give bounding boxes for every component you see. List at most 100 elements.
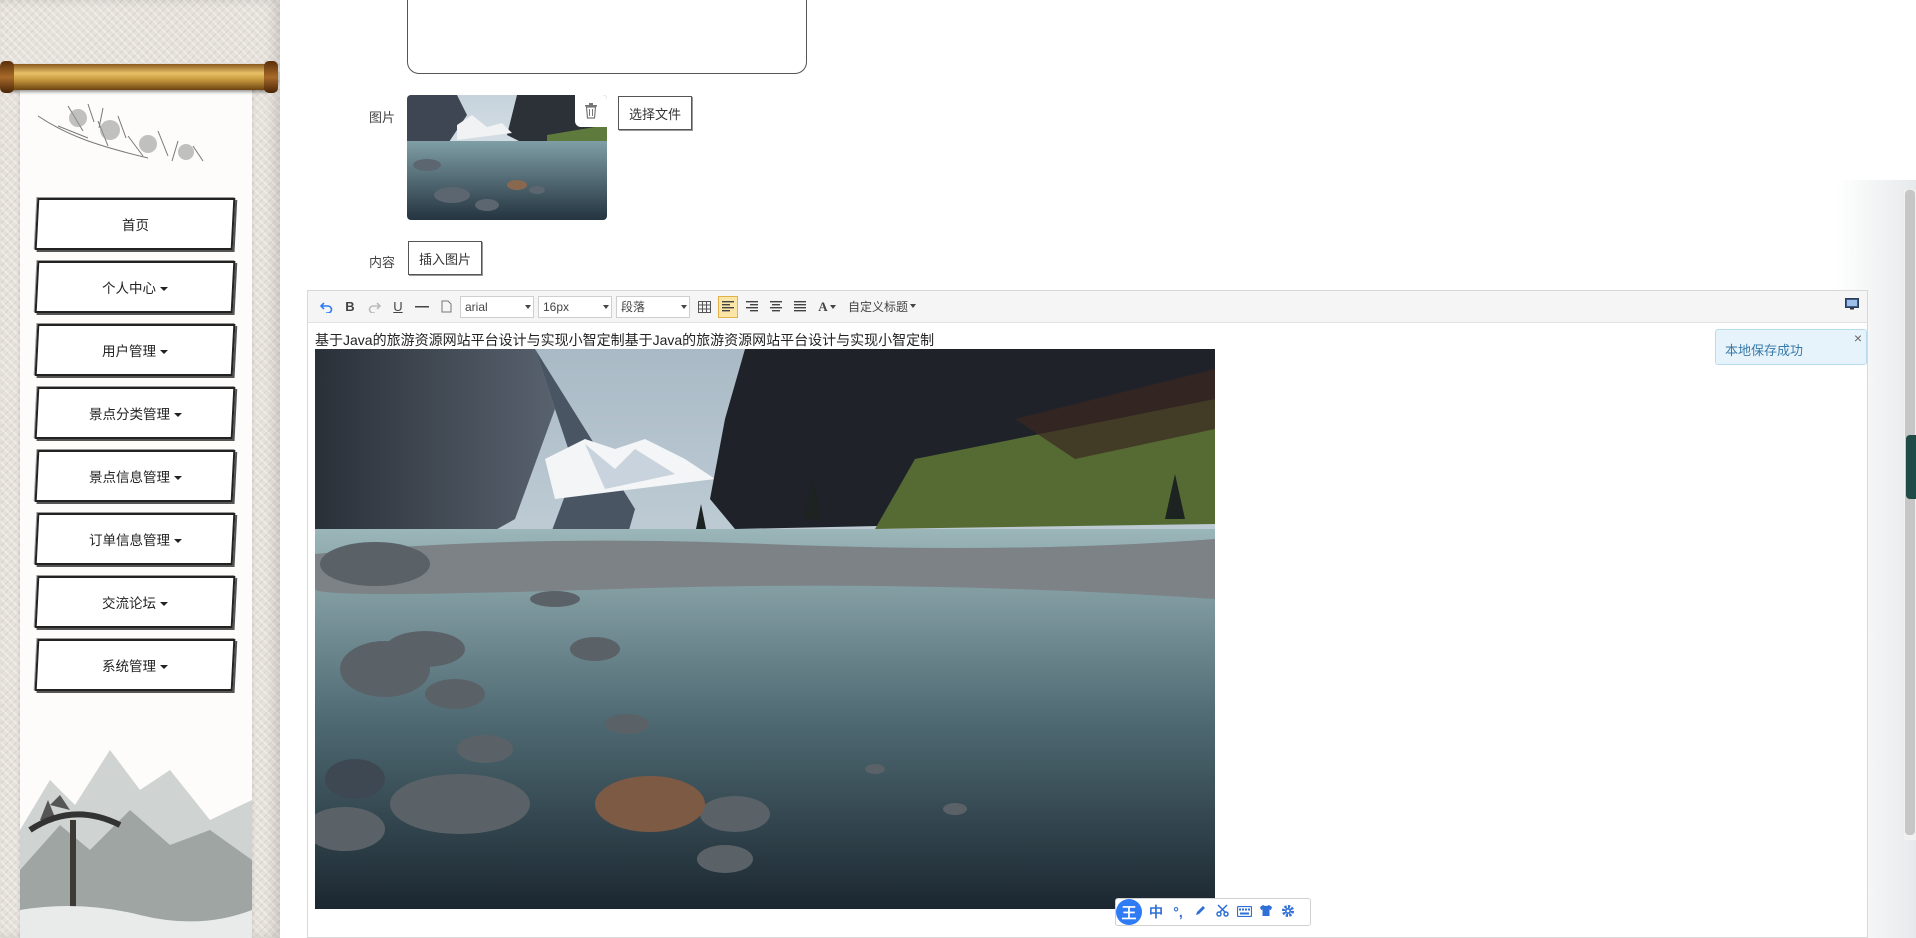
- align-right-icon: [746, 301, 758, 312]
- font-size-value: 16px: [543, 299, 570, 314]
- caret-down-icon: [160, 350, 168, 355]
- sidebar-item-system-management[interactable]: 系统管理: [34, 639, 236, 691]
- ime-logo[interactable]: 王: [1116, 899, 1142, 925]
- mountain-landscape-illustration: [20, 750, 252, 938]
- sidebar-item-home[interactable]: 首页: [34, 198, 236, 250]
- sidebar-item-label: 景点分类管理: [88, 407, 170, 422]
- description-textarea[interactable]: [407, 0, 807, 74]
- preview-button[interactable]: [1845, 298, 1859, 313]
- align-center-button[interactable]: [766, 296, 786, 318]
- toast-message: 本地保存成功: [1725, 343, 1804, 358]
- align-left-button[interactable]: [718, 295, 738, 318]
- caret-down-icon: [160, 602, 168, 607]
- scissors-icon: [1215, 904, 1229, 917]
- horizontal-line-icon: [415, 305, 429, 307]
- scroll-rod-decoration: [0, 64, 278, 90]
- dropdown-arrow-icon: [603, 304, 609, 309]
- ime-toolbar: 王 中 °,: [1115, 898, 1311, 926]
- sidebar-item-user-management[interactable]: 用户管理: [34, 324, 236, 376]
- custom-title-select[interactable]: 自定义标题: [844, 296, 918, 318]
- pen-icon: [1195, 906, 1205, 915]
- ime-keyboard-button[interactable]: [1236, 904, 1252, 920]
- sidebar-item-label: 首页: [121, 218, 149, 233]
- insert-image-label: 插入图片: [419, 251, 472, 267]
- toast-close-button[interactable]: ×: [1854, 330, 1862, 346]
- content-field-label: 内容: [369, 255, 396, 270]
- align-left-icon: [722, 301, 734, 312]
- side-floating-widget[interactable]: [1906, 435, 1916, 499]
- uploaded-image-thumbnail: [407, 95, 607, 220]
- dropdown-arrow-icon: [910, 303, 916, 308]
- rich-text-editor: B U arial 16px 段落 A 自定义标题 基于Java的旅游资源网站平…: [307, 290, 1868, 938]
- sidebar-item-forum[interactable]: 交流论坛: [34, 576, 236, 628]
- font-family-select[interactable]: arial: [460, 295, 534, 318]
- sidebar-item-label: 个人中心: [102, 281, 156, 296]
- page-scrollbar-thumb[interactable]: [1905, 190, 1915, 835]
- sidebar-item-label: 订单信息管理: [88, 533, 170, 548]
- shirt-icon: [1260, 905, 1272, 916]
- redo-button[interactable]: [364, 296, 384, 318]
- ime-handwrite-button[interactable]: [1192, 904, 1208, 920]
- bold-button[interactable]: B: [340, 296, 360, 318]
- undo-button[interactable]: [316, 296, 336, 318]
- insert-table-button[interactable]: [694, 296, 714, 318]
- scroll-rod-cap-left: [0, 61, 14, 93]
- align-center-icon: [770, 301, 782, 312]
- monitor-icon: [1845, 298, 1859, 310]
- sidebar-item-label: 景点信息管理: [88, 470, 170, 485]
- paragraph-select[interactable]: 段落: [616, 295, 690, 318]
- sidebar-item-personal-center[interactable]: 个人中心: [34, 261, 236, 313]
- keyboard-icon: [1236, 905, 1252, 918]
- caret-down-icon: [160, 287, 168, 292]
- sidebar-item-label: 系统管理: [102, 659, 156, 674]
- redo-icon: [368, 302, 381, 313]
- scroll-rod-cap-right: [264, 61, 278, 93]
- image-field-label: 图片: [369, 110, 396, 125]
- choose-file-button[interactable]: 选择文件: [618, 96, 693, 130]
- landscape-content-image: [315, 349, 1215, 909]
- editor-content-area[interactable]: 基于Java的旅游资源网站平台设计与实现小智定制基于Java的旅游资源网站平台设…: [308, 323, 1867, 917]
- font-color-icon: A: [818, 298, 828, 314]
- sidebar-item-attraction-category[interactable]: 景点分类管理: [34, 387, 236, 439]
- sidebar-item-order-info[interactable]: 订单信息管理: [34, 513, 236, 565]
- align-right-button[interactable]: [742, 296, 762, 318]
- horizontal-rule-button[interactable]: [412, 296, 432, 318]
- font-size-select[interactable]: 16px: [538, 295, 612, 318]
- editor-toolbar: B U arial 16px 段落 A 自定义标题: [308, 291, 1867, 323]
- ime-mode-toggle[interactable]: 中: [1148, 902, 1164, 922]
- table-icon: [697, 300, 711, 313]
- paragraph-value: 段落: [621, 300, 646, 314]
- ime-skin-button[interactable]: [1258, 904, 1274, 920]
- delete-image-button[interactable]: [575, 95, 607, 127]
- caret-down-icon: [173, 413, 182, 418]
- sidebar-menu: 首页 个人中心 用户管理 景点分类管理 景点信息管理 订单信息管理 交流论坛 系…: [34, 198, 236, 702]
- caret-down-icon: [829, 304, 836, 309]
- sidebar-item-label: 交流论坛: [102, 596, 156, 611]
- sidebar-item-attraction-info[interactable]: 景点信息管理: [34, 450, 236, 502]
- dropdown-arrow-icon: [525, 304, 531, 309]
- ime-punctuation-toggle[interactable]: °,: [1170, 904, 1186, 920]
- undo-icon: [319, 302, 332, 313]
- caret-down-icon: [173, 539, 182, 544]
- font-color-button[interactable]: A: [814, 296, 840, 318]
- align-justify-icon: [794, 301, 806, 312]
- dropdown-arrow-icon: [681, 304, 687, 309]
- caret-down-icon: [160, 665, 168, 670]
- caret-down-icon: [173, 476, 182, 481]
- editor-content-text: 基于Java的旅游资源网站平台设计与实现小智定制基于Java的旅游资源网站平台设…: [315, 332, 935, 348]
- sidebar-item-label: 用户管理: [102, 344, 156, 359]
- gear-icon: [1282, 904, 1294, 917]
- ime-settings-button[interactable]: [1280, 904, 1296, 921]
- insert-image-button[interactable]: 插入图片: [408, 241, 483, 275]
- sidebar: 首页 个人中心 用户管理 景点分类管理 景点信息管理 订单信息管理 交流论坛 系…: [0, 0, 280, 938]
- format-match-button[interactable]: [436, 296, 456, 318]
- trash-icon: [585, 103, 597, 119]
- choose-file-label: 选择文件: [629, 106, 682, 122]
- underline-button[interactable]: U: [388, 296, 408, 318]
- save-success-toast: 本地保存成功 ×: [1715, 329, 1867, 365]
- custom-title-value: 自定义标题: [848, 300, 909, 314]
- main-content: 图片 选择文件 内容 插入图片 B U arial 16px 段落 A 自定义标…: [280, 0, 1916, 938]
- align-justify-button[interactable]: [790, 296, 810, 318]
- font-family-value: arial: [465, 299, 488, 314]
- ime-screenshot-button[interactable]: [1214, 904, 1230, 920]
